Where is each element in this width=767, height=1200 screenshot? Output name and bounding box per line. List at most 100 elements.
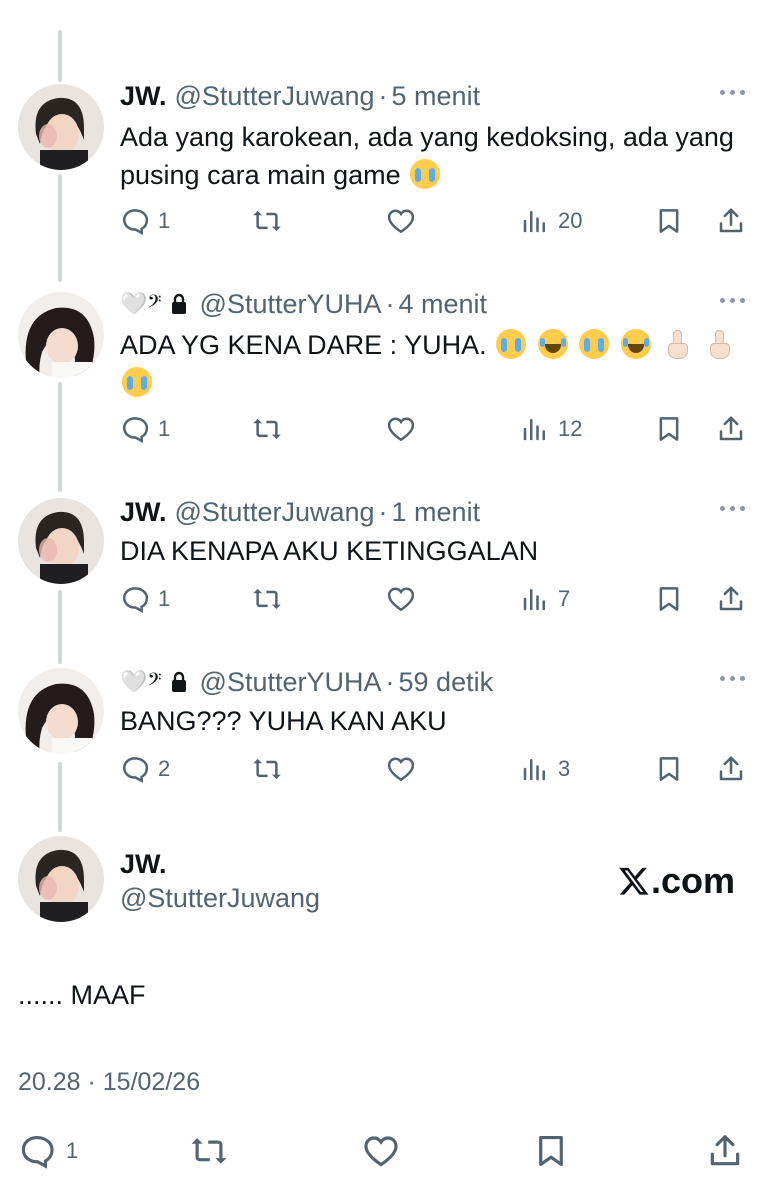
share-button[interactable] — [716, 206, 746, 236]
like-button[interactable] — [386, 206, 416, 236]
crying-emoji-icon — [579, 329, 610, 359]
crying-emoji-icon — [410, 159, 441, 189]
reply-count: 1 — [158, 208, 171, 233]
reply-button[interactable]: 1 — [18, 1132, 78, 1170]
bookmark-button[interactable] — [654, 414, 684, 444]
like-button[interactable] — [386, 754, 416, 784]
more-icon[interactable] — [720, 676, 745, 681]
timestamp[interactable]: 4 menit — [399, 289, 488, 320]
x-logo: .com — [617, 860, 735, 902]
share-icon — [710, 1135, 740, 1166]
bookmark-button[interactable] — [532, 1132, 570, 1170]
views-button[interactable]: 20 — [520, 206, 582, 236]
bookmark-button[interactable] — [654, 584, 684, 614]
lock-icon — [171, 671, 186, 692]
reply-icon — [122, 417, 149, 443]
tweet-text: BANG??? YUHA KAN AKU — [120, 702, 740, 740]
views-button[interactable]: 3 — [520, 754, 570, 784]
reply-icon — [21, 1135, 54, 1169]
laughing-emoji-icon — [620, 329, 651, 359]
reply-button[interactable]: 1 — [120, 206, 170, 236]
display-name[interactable]: JW. — [120, 848, 320, 880]
handle[interactable]: @StutterJuwang — [120, 880, 320, 916]
views-icon — [523, 211, 545, 233]
share-icon — [719, 756, 743, 781]
timestamp[interactable]: 59 detik — [399, 667, 494, 698]
retweet-icon — [253, 418, 281, 439]
reply-icon — [122, 757, 149, 783]
retweet-icon — [191, 1138, 227, 1164]
reply-button[interactable]: 2 — [120, 754, 170, 784]
bookmark-button[interactable] — [654, 754, 684, 784]
bookmark-button[interactable] — [654, 206, 684, 236]
action-bar: 2 3 — [120, 754, 750, 788]
handle[interactable]: @StutterYUHA — [200, 667, 382, 698]
avatar[interactable] — [18, 498, 104, 584]
share-button[interactable] — [716, 584, 746, 614]
views-button[interactable]: 7 — [520, 584, 570, 614]
retweet-button[interactable] — [250, 206, 284, 236]
tweet-text-content: ADA YG KENA DARE : YUHA. — [120, 330, 487, 360]
share-button[interactable] — [716, 754, 746, 784]
reply-count: 1 — [66, 1138, 79, 1163]
retweet-button[interactable] — [250, 584, 284, 614]
more-icon[interactable] — [720, 90, 745, 95]
view-count: 7 — [558, 586, 571, 611]
reply-count: 2 — [158, 756, 171, 781]
avatar[interactable] — [18, 292, 104, 378]
action-bar: 1 7 — [120, 584, 750, 618]
bookmark-icon — [659, 757, 679, 781]
like-icon — [364, 1136, 398, 1167]
display-name[interactable]: JW. — [120, 81, 167, 112]
reply-count: 1 — [158, 416, 171, 441]
thread-line — [58, 762, 62, 832]
timestamp[interactable]: 5 menit — [392, 81, 481, 112]
like-button[interactable] — [362, 1132, 400, 1170]
like-button[interactable] — [386, 414, 416, 444]
x-logo-icon — [619, 867, 649, 895]
retweet-button[interactable] — [250, 754, 284, 784]
handle[interactable]: @StutterJuwang — [175, 81, 375, 112]
timestamp[interactable]: 1 menit — [392, 497, 481, 528]
retweet-button[interactable] — [250, 414, 284, 444]
view-count: 12 — [558, 416, 583, 441]
profile-badge: 🤍𝄢 — [120, 669, 192, 695]
pointing-up-emoji-icon — [704, 329, 734, 359]
reply-count: 1 — [158, 586, 171, 611]
retweet-button[interactable] — [188, 1132, 230, 1170]
badge-emoji: 🤍𝄢 — [120, 669, 162, 694]
separator: · — [378, 496, 388, 527]
tweet-header: JW. @StutterJuwang · 1 menit — [120, 496, 480, 528]
handle[interactable]: @StutterYUHA — [200, 289, 382, 320]
more-icon[interactable] — [720, 506, 745, 511]
share-button[interactable] — [716, 414, 746, 444]
main-tweet-text: ...... MAAF — [18, 980, 146, 1010]
bookmark-icon — [659, 417, 679, 441]
reply-icon — [122, 587, 149, 613]
like-button[interactable] — [386, 584, 416, 614]
action-bar: 1 20 — [120, 206, 750, 240]
views-button[interactable]: 12 — [520, 414, 582, 444]
more-icon[interactable] — [720, 298, 745, 303]
main-tweet-header: JW. @StutterJuwang — [120, 848, 320, 916]
profile-badge: 🤍𝄢 — [120, 291, 192, 317]
display-name[interactable]: JW. — [120, 497, 167, 528]
handle[interactable]: @StutterJuwang — [175, 497, 375, 528]
like-icon — [387, 757, 415, 782]
bookmark-icon — [659, 209, 679, 233]
avatar[interactable] — [18, 84, 104, 170]
separator: · — [385, 288, 395, 319]
views-icon — [523, 419, 545, 441]
avatar[interactable] — [18, 836, 104, 922]
reply-button[interactable]: 1 — [120, 414, 170, 444]
share-icon — [719, 208, 743, 233]
separator: · — [378, 80, 388, 111]
action-bar: 1 12 — [120, 414, 750, 448]
like-icon — [387, 209, 415, 234]
views-icon — [523, 589, 545, 611]
main-tweet-timestamp[interactable]: 20.28 · 15/02/26 — [18, 1068, 200, 1097]
share-button[interactable] — [706, 1132, 744, 1170]
avatar[interactable] — [18, 668, 104, 754]
reply-button[interactable]: 1 — [120, 584, 170, 614]
lock-icon — [171, 293, 186, 314]
